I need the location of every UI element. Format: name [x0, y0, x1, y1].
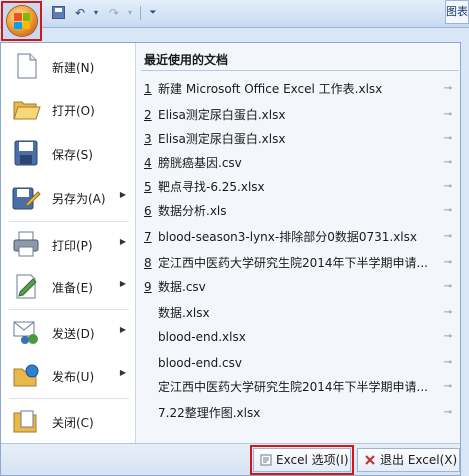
pin-icon[interactable]: ⊸ [441, 201, 455, 221]
menu-separator [9, 309, 129, 310]
recent-documents-panel: 最近使用的文档 1 新建 Microsoft Office Excel 工作表.x… [137, 43, 460, 443]
recent-document-item[interactable]: 定江西中医药大学研究生院2014年下半学期申请... [144, 377, 444, 397]
save-icon [14, 140, 38, 166]
submenu-arrow-icon: ▶ [119, 190, 126, 199]
recent-documents-title: 最近使用的文档 [144, 53, 229, 67]
prepare-icon [16, 274, 37, 299]
command-list: 新建(N) 打开(O) 保存(S) 另存为(A) ▶ 打印(P) ▶ 准备(E)… [1, 43, 136, 443]
save-as-command[interactable]: 另存为(A) ▶ [1, 176, 136, 218]
redo-icon[interactable]: ↷ [106, 5, 122, 21]
prepare-command[interactable]: 准备(E) ▶ [1, 265, 136, 307]
pin-icon[interactable]: ⊸ [441, 129, 455, 149]
submenu-arrow-icon: ▶ [119, 279, 126, 288]
submenu-arrow-icon: ▶ [119, 325, 126, 334]
menu-separator [9, 221, 129, 222]
recent-document-item[interactable]: 数据.xlsx [144, 303, 444, 323]
save-as-icon [12, 187, 41, 210]
recent-divider [141, 70, 459, 71]
exit-excel-button[interactable]: 退出 Excel(X) [357, 448, 460, 472]
new-document-icon [17, 53, 37, 79]
excel-options-label: Excel 选项(I) [276, 453, 349, 467]
submenu-arrow-icon: ▶ [119, 368, 126, 377]
prepare-command-label: 准备(E) [52, 281, 93, 295]
recent-document-item[interactable]: 7.22整理作图.xlsx [144, 403, 444, 423]
open-command[interactable]: 打开(O) [1, 88, 136, 130]
customize-icon[interactable]: ⏷ [145, 5, 161, 21]
office-button[interactable] [1, 1, 42, 41]
pin-icon[interactable]: ⊸ [441, 403, 455, 423]
submenu-arrow-icon: ▶ [119, 237, 126, 246]
recent-document-item[interactable]: 9 数据.csv [144, 277, 444, 297]
recent-document-item[interactable]: 7 blood-season3-lynx-排除部分0数据0731.xlsx [144, 227, 444, 247]
open-folder-icon [13, 101, 41, 120]
recent-document-item[interactable]: 5 靶点寻找-6.25.xlsx [144, 177, 444, 197]
pin-icon[interactable]: ⊸ [441, 177, 455, 197]
new-command[interactable]: 新建(N) [1, 45, 136, 87]
pin-icon[interactable]: ⊸ [441, 227, 455, 247]
pin-icon[interactable]: ⊸ [441, 327, 455, 347]
print-icon [13, 231, 39, 257]
print-command-label: 打印(P) [52, 239, 93, 253]
undo-icon[interactable]: ↶ [72, 5, 88, 21]
chevron-down-icon[interactable]: ▾ [88, 5, 104, 21]
save-command[interactable]: 保存(S) [1, 132, 136, 174]
send-icon [13, 321, 38, 344]
exit-excel-label: 退出 Excel(X) [380, 453, 458, 467]
menu-separator [9, 398, 129, 399]
excel-options-button[interactable]: Excel 选项(I) [250, 445, 354, 475]
close-command-label: 关闭(C) [52, 416, 94, 430]
publish-icon [13, 364, 39, 387]
send-command-label: 发送(D) [52, 327, 95, 341]
menu-footer: Excel 选项(I) 退出 Excel(X) [1, 443, 460, 475]
pin-icon[interactable]: ⊸ [441, 303, 455, 323]
quick-access-toolbar: ↶ ▾ ↷ ▾ ⏷ 图表 [0, 0, 469, 28]
print-command[interactable]: 打印(P) ▶ [1, 223, 136, 265]
publish-command[interactable]: 发布(U) ▶ [1, 354, 136, 396]
close-icon [365, 455, 375, 465]
recent-document-item[interactable]: 3 Elisa测定尿白蛋白.xlsx [144, 129, 444, 149]
open-command-label: 打开(O) [52, 104, 95, 118]
close-command[interactable]: 关闭(C) [1, 400, 136, 442]
close-document-icon [13, 410, 37, 433]
send-command[interactable]: 发送(D) ▶ [1, 311, 136, 353]
pin-icon[interactable]: ⊸ [441, 253, 455, 273]
office-menu: 新建(N) 打开(O) 保存(S) 另存为(A) ▶ 打印(P) ▶ 准备(E)… [0, 42, 461, 476]
pin-icon[interactable]: ⊸ [441, 105, 455, 125]
new-command-label: 新建(N) [52, 61, 95, 75]
recent-document-item[interactable]: 6 数据分析.xls [144, 201, 444, 221]
toolbar-separator [140, 6, 141, 20]
chevron-down-icon[interactable]: ▾ [122, 5, 138, 21]
recent-document-item[interactable]: 2 Elisa测定尿白蛋白.xlsx [144, 105, 444, 125]
office-logo-icon [14, 13, 30, 29]
pin-icon[interactable]: ⊸ [441, 79, 455, 99]
save-icon[interactable] [52, 6, 65, 19]
pin-icon[interactable]: ⊸ [441, 277, 455, 297]
save-command-label: 保存(S) [52, 148, 93, 162]
recent-document-item[interactable]: 4 膀胱癌基因.csv [144, 153, 444, 173]
pin-icon[interactable]: ⊸ [441, 153, 455, 173]
options-icon [260, 454, 272, 466]
publish-command-label: 发布(U) [52, 370, 95, 384]
pin-icon[interactable]: ⊸ [441, 377, 455, 397]
recent-document-item[interactable]: 1 新建 Microsoft Office Excel 工作表.xlsx [144, 79, 444, 99]
recent-document-item[interactable]: blood-end.xlsx [144, 327, 444, 347]
pin-icon[interactable]: ⊸ [441, 353, 455, 373]
recent-document-item[interactable]: blood-end.csv [144, 353, 444, 373]
recent-document-item[interactable]: 8 定江西中医药大学研究生院2014年下半学期申请... [144, 253, 444, 273]
tab-chart[interactable]: 图表 [445, 0, 469, 24]
save-as-command-label: 另存为(A) [52, 192, 106, 206]
